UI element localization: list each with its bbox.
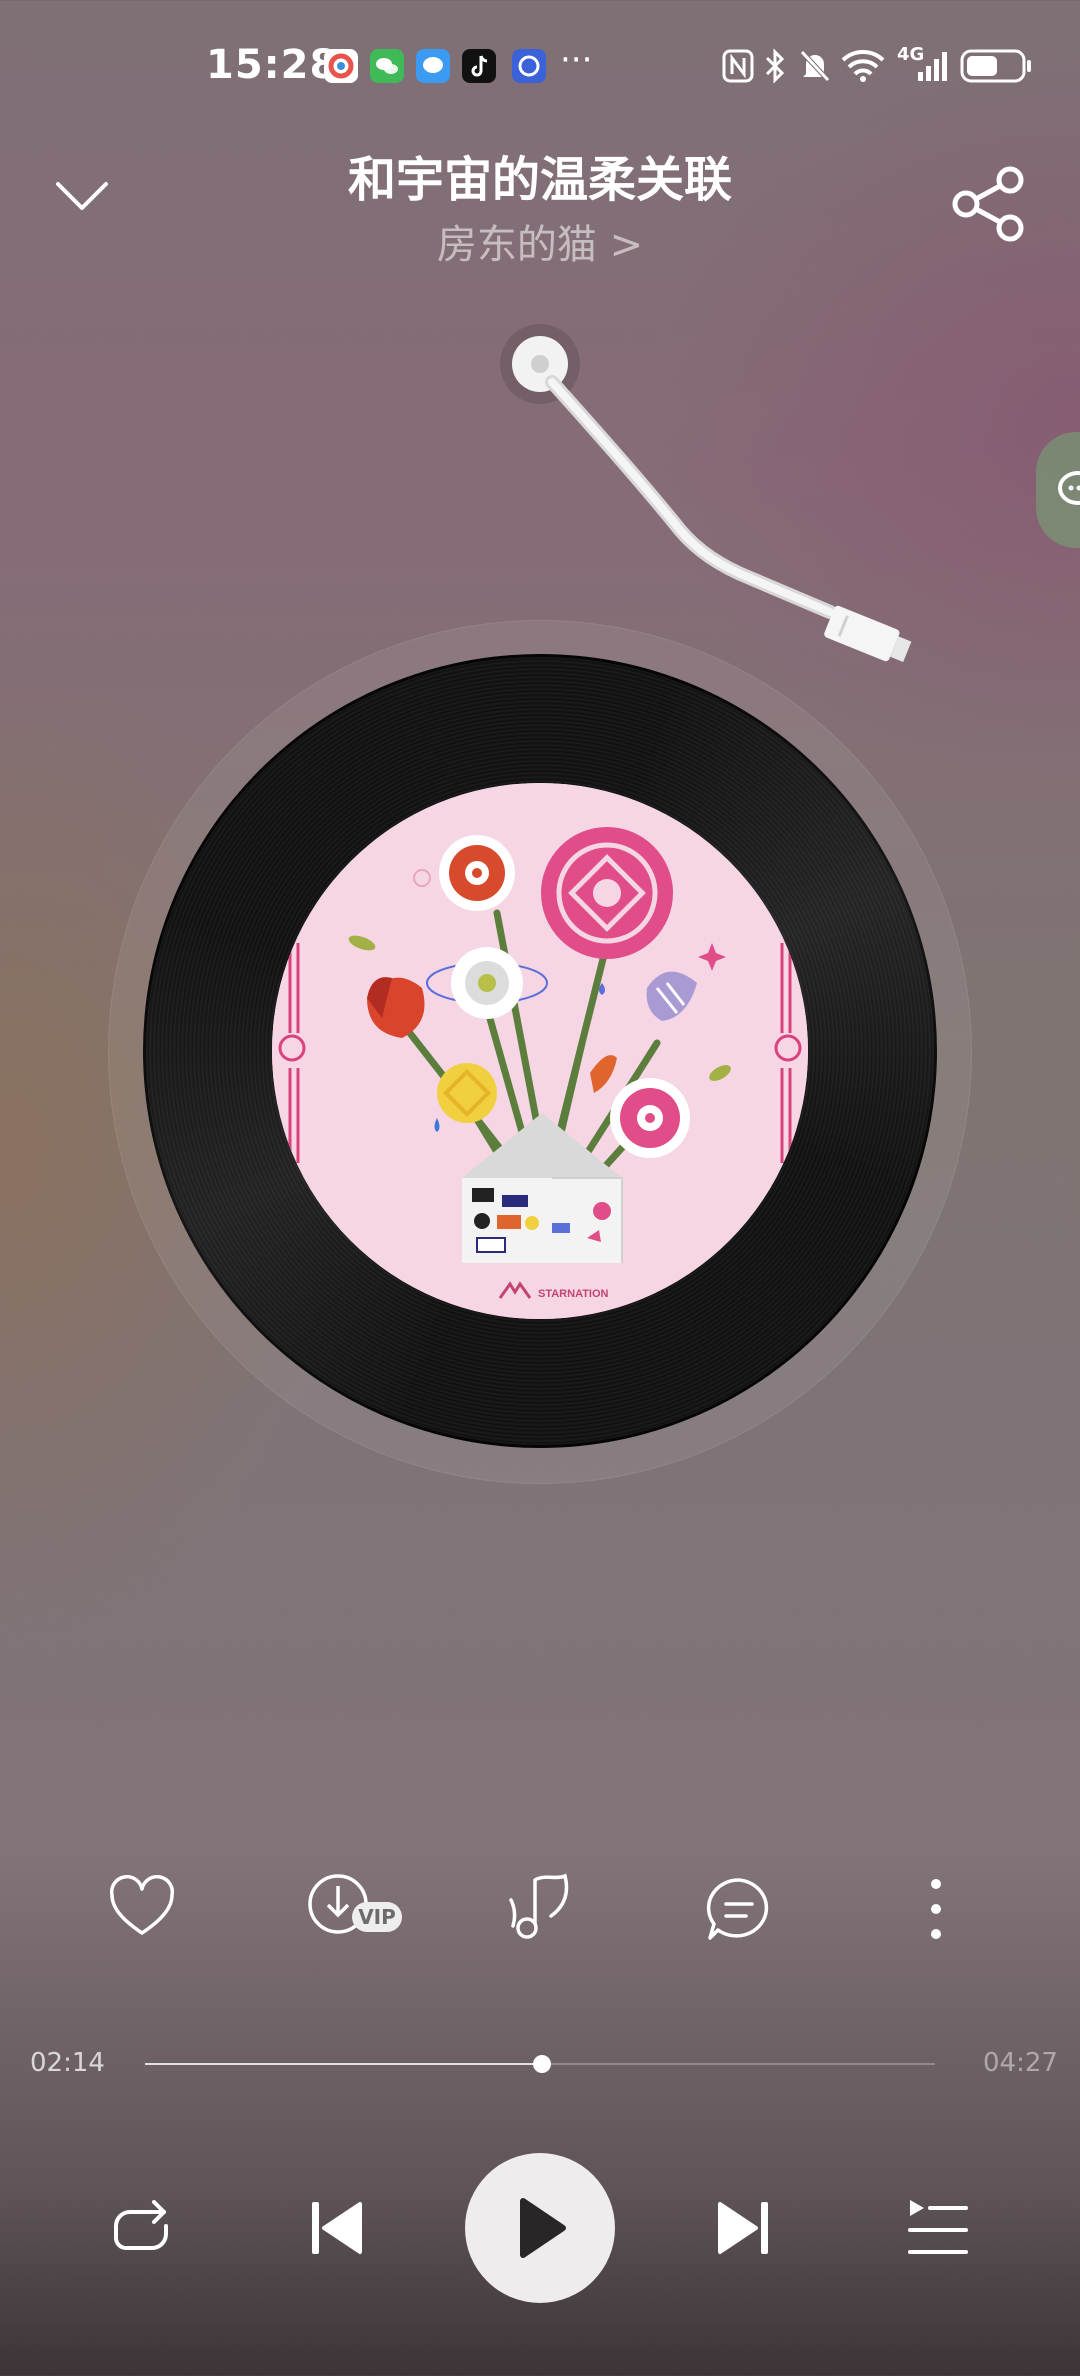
status-bar: 15:28 ··· 4G — [0, 0, 1080, 140]
app-icon — [512, 49, 546, 83]
current-time: 02:14 — [30, 2048, 105, 2078]
album-art-image: STARNATION — [272, 783, 808, 1319]
publisher-logo: STARNATION — [538, 1288, 609, 1300]
progress-bar[interactable] — [145, 2055, 935, 2073]
next-track-icon[interactable] — [712, 2196, 772, 2260]
total-time: 04:27 — [983, 2048, 1058, 2078]
previous-track-icon[interactable] — [308, 2196, 368, 2260]
download-vip-button[interactable]: VIP — [306, 1870, 406, 1942]
song-title: 和宇宙的温柔关联 — [347, 152, 732, 208]
wechat-icon — [370, 49, 404, 83]
repeat-icon[interactable] — [106, 2196, 176, 2260]
more-options-icon[interactable] — [926, 1876, 946, 1942]
tiktok-icon — [462, 49, 496, 83]
album-cover: STARNATION — [272, 783, 808, 1319]
app-store-icon — [324, 49, 358, 83]
chat-icon — [1058, 471, 1080, 505]
progress-fill — [145, 2063, 542, 2065]
playlist-queue-icon[interactable] — [906, 2196, 970, 2260]
like-heart-icon[interactable] — [108, 1875, 176, 1939]
share-icon[interactable] — [950, 164, 1030, 244]
messages-icon — [416, 49, 450, 83]
mute-icon — [800, 50, 830, 82]
more-notifications-indicator: ··· — [560, 40, 593, 80]
tonearm — [500, 324, 912, 663]
progress-thumb[interactable] — [532, 2055, 551, 2073]
floating-chat-bubble[interactable] — [1036, 432, 1080, 548]
wifi-icon — [841, 50, 885, 82]
comment-icon[interactable] — [704, 1876, 774, 1942]
signal-icon — [918, 52, 947, 81]
status-time: 15:28 — [206, 42, 339, 88]
play-button[interactable] — [465, 2153, 615, 2303]
music-note-icon[interactable] — [505, 1870, 575, 1946]
bluetooth-icon — [765, 48, 785, 84]
artist-link[interactable]: 房东的猫 > — [0, 212, 1080, 270]
nfc-icon — [722, 49, 754, 83]
play-icon — [520, 2198, 566, 2258]
battery-icon — [960, 49, 1031, 83]
vip-badge: VIP — [352, 1902, 402, 1932]
